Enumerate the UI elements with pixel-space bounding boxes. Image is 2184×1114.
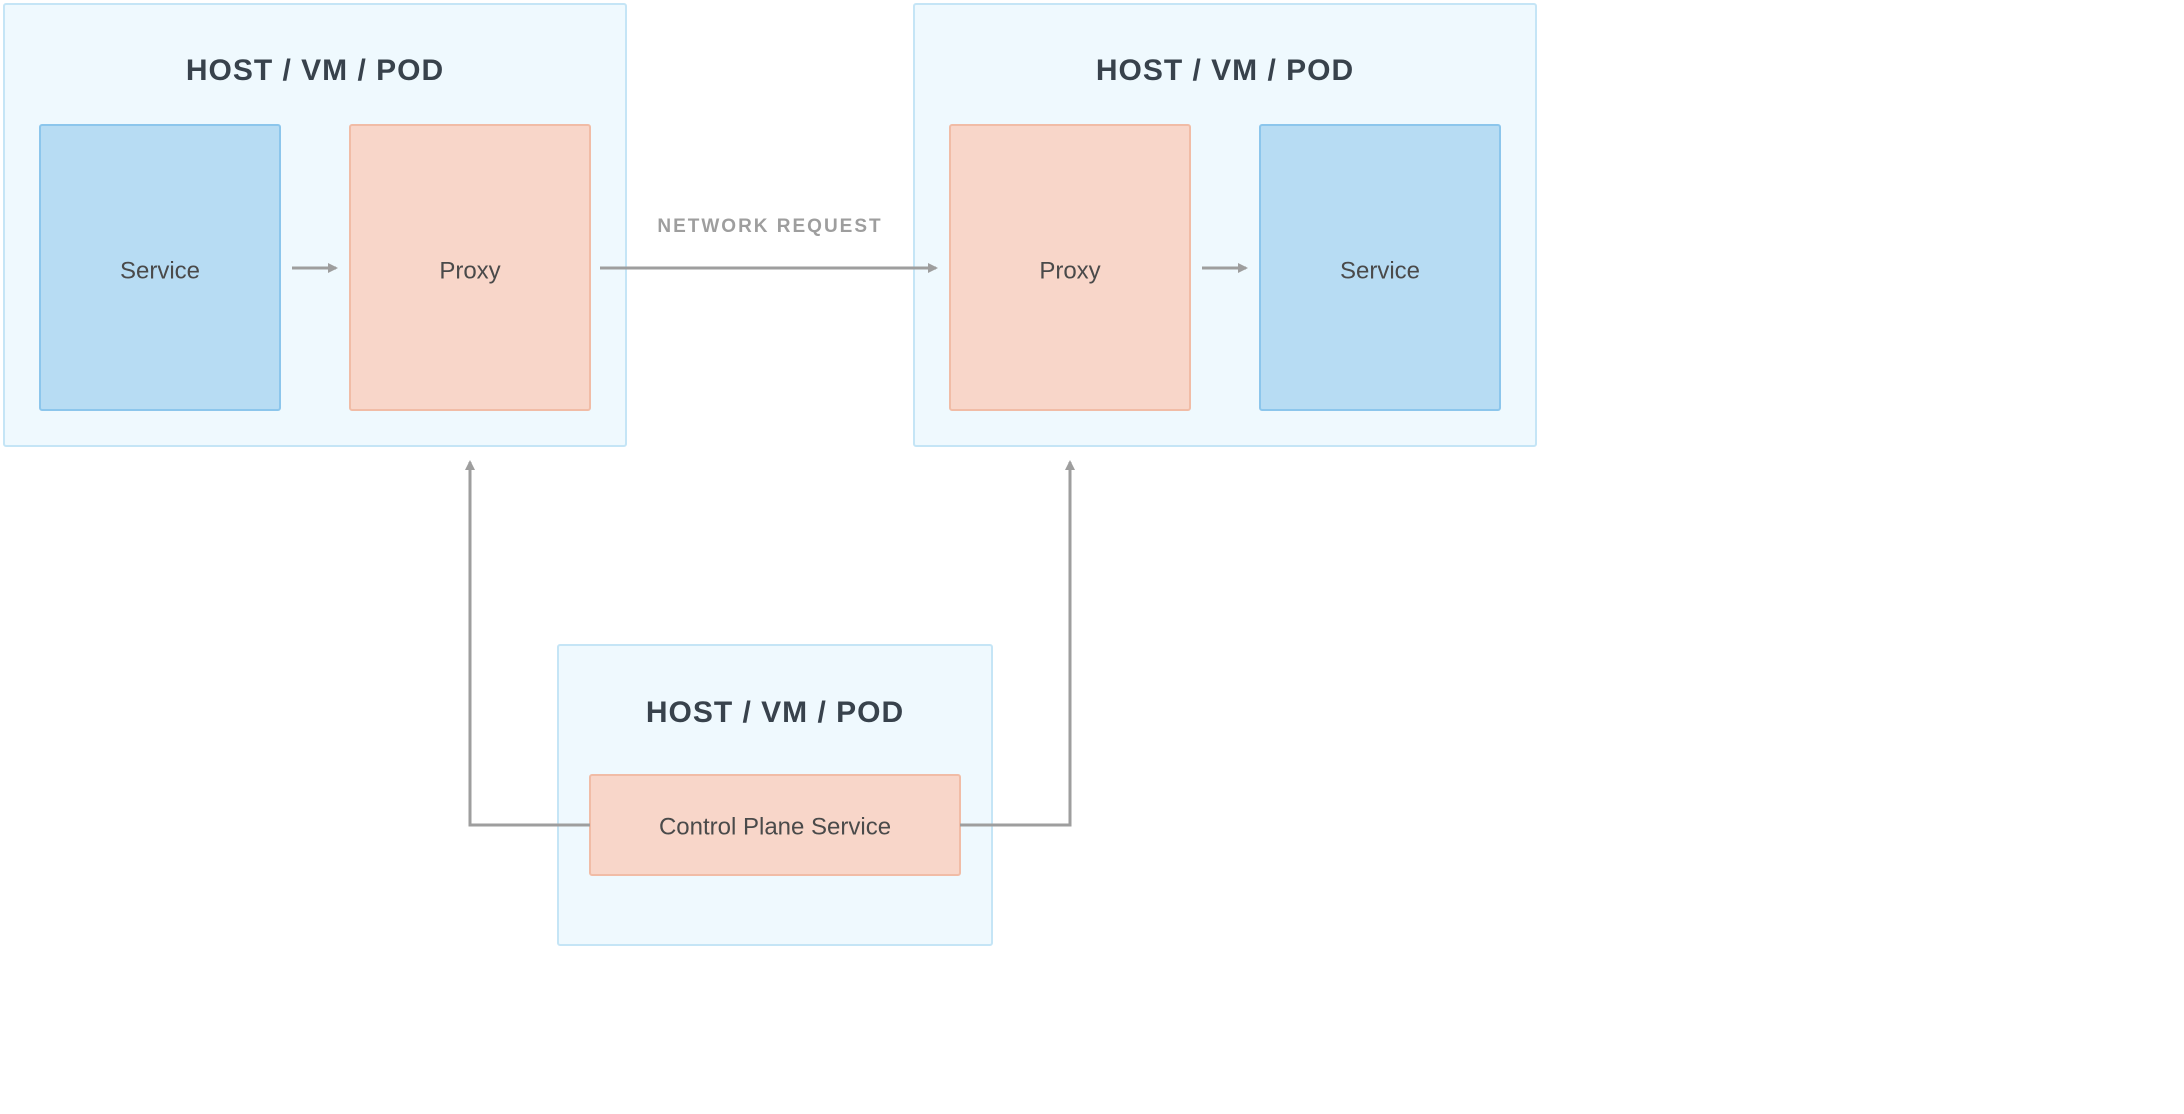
proxy-right-label: Proxy xyxy=(1039,257,1100,284)
host-left: HOST / VM / POD Service Proxy xyxy=(4,4,626,446)
service-box-left: Service xyxy=(40,125,280,410)
host-right: HOST / VM / POD Proxy Service xyxy=(914,4,1536,446)
service-left-label: Service xyxy=(120,257,200,284)
network-request: NETWORK REQUEST xyxy=(600,216,936,268)
control-plane-label: Control Plane Service xyxy=(659,813,891,840)
host-left-title: HOST / VM / POD xyxy=(186,54,444,87)
host-bottom-title: HOST / VM / POD xyxy=(646,696,904,729)
control-plane-box: Control Plane Service xyxy=(590,775,960,875)
service-right-label: Service xyxy=(1340,257,1420,284)
proxy-left-label: Proxy xyxy=(439,257,500,284)
service-box-right: Service xyxy=(1260,125,1500,410)
host-bottom: HOST / VM / POD Control Plane Service xyxy=(558,645,992,945)
service-mesh-diagram: HOST / VM / POD Service Proxy HOST / VM … xyxy=(0,0,2184,1114)
network-request-label: NETWORK REQUEST xyxy=(657,216,882,237)
proxy-box-left: Proxy xyxy=(350,125,590,410)
host-right-title: HOST / VM / POD xyxy=(1096,54,1354,87)
proxy-box-right: Proxy xyxy=(950,125,1190,410)
